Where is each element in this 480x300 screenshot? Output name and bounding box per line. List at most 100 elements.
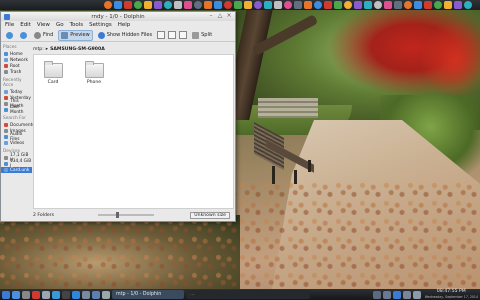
app-icon[interactable] — [214, 1, 222, 9]
app-icon[interactable] — [144, 1, 152, 9]
app-icon[interactable] — [264, 1, 272, 9]
monitor-icon[interactable] — [82, 290, 90, 299]
sidebar-item-label: Network — [10, 57, 28, 63]
app-icon[interactable] — [174, 1, 182, 9]
settings-icon[interactable] — [102, 290, 110, 299]
close-icon[interactable] — [32, 290, 40, 299]
view-details-button[interactable] — [179, 31, 188, 39]
info-icon — [97, 31, 105, 39]
system-tray: 08:47:55 PM Wednesday, September 17, 201… — [372, 289, 480, 299]
window-titlebar[interactable]: rndy - 1/0 - Dolphin – △ × — [1, 12, 235, 21]
app-icon[interactable] — [134, 1, 142, 9]
taskbar-dolphin-task[interactable]: mtp - 1/0 - Dolphin — [112, 290, 184, 299]
clipboard-icon[interactable] — [402, 290, 411, 299]
sidebar-item-label: Card.unk — [10, 167, 30, 173]
app-icon[interactable] — [224, 1, 232, 9]
app-icon[interactable] — [364, 1, 372, 9]
app-icon[interactable] — [384, 1, 392, 9]
sidebar-item[interactable]: Card.unk — [1, 167, 32, 173]
app-icon[interactable] — [164, 1, 172, 9]
app-icon[interactable] — [354, 1, 362, 9]
app-icon[interactable] — [454, 1, 462, 9]
sidebar-item-icon — [4, 96, 8, 100]
show-hidden-files-button[interactable]: Show Hidden Files — [96, 31, 154, 40]
launcher-group — [2, 290, 110, 299]
sidebar-item-icon — [4, 70, 8, 74]
app-icon[interactable] — [194, 1, 202, 9]
app-icon[interactable] — [404, 1, 412, 9]
folder-item[interactable]: Phone — [83, 61, 105, 85]
battery-icon[interactable] — [412, 290, 421, 299]
app-icon[interactable] — [394, 1, 402, 9]
app-icon[interactable] — [254, 1, 262, 9]
sidebar-item-icon — [4, 135, 8, 139]
wallpaper-bench — [254, 122, 320, 185]
app-icon[interactable] — [324, 1, 332, 9]
terminal-icon[interactable] — [62, 290, 70, 299]
back-button[interactable] — [4, 31, 15, 40]
sidebar-item[interactable]: Trash — [1, 69, 32, 75]
network-icon[interactable] — [372, 290, 381, 299]
breadcrumb-root[interactable]: mtp: — [33, 47, 44, 52]
view-icons-button[interactable] — [157, 31, 166, 39]
item-count: 2 Folders — [33, 212, 54, 218]
menu-go[interactable]: Go — [56, 22, 64, 28]
close-icon[interactable]: × — [226, 13, 232, 19]
menu-icon[interactable] — [2, 290, 10, 299]
app-icon[interactable] — [464, 1, 472, 9]
zoom-slider[interactable] — [97, 212, 154, 218]
taskbar-other-task[interactable]: … — [186, 290, 310, 299]
clock-date: Wednesday, September 17, 2014 — [424, 294, 478, 299]
app-icon[interactable] — [424, 1, 432, 9]
split-label: Split — [201, 32, 213, 38]
volume-icon[interactable] — [382, 290, 391, 299]
find-button[interactable]: Find — [32, 31, 55, 40]
maximize-icon[interactable]: △ — [217, 13, 223, 19]
app-icon[interactable] — [444, 1, 452, 9]
app-icon[interactable] — [204, 1, 212, 9]
app-icon[interactable] — [374, 1, 382, 9]
app-icon[interactable] — [314, 1, 322, 9]
toolbar: Find Preview Show Hidden Files Split — [1, 29, 235, 42]
preview-button[interactable]: Preview — [58, 29, 93, 41]
app-icon[interactable] — [154, 1, 162, 9]
tools-icon[interactable] — [22, 290, 30, 299]
app-icon[interactable] — [284, 1, 292, 9]
firefox-icon[interactable] — [104, 1, 112, 9]
files-icon[interactable] — [92, 290, 100, 299]
sidebar-item-icon — [4, 168, 8, 172]
menu-tools[interactable]: Tools — [70, 22, 84, 28]
sidebar-item[interactable]: Last Month — [1, 105, 32, 115]
chrome-icon[interactable] — [114, 1, 122, 9]
app-icon[interactable] — [434, 1, 442, 9]
clock[interactable]: 08:47:55 PM Wednesday, September 17, 201… — [424, 289, 478, 299]
app-icon[interactable] — [184, 1, 192, 9]
folder-icon[interactable] — [12, 290, 20, 299]
menu-help[interactable]: Help — [118, 22, 131, 28]
file-view[interactable]: Card Phone — [33, 54, 234, 209]
wrench-icon[interactable] — [42, 290, 50, 299]
app-icon[interactable] — [294, 1, 302, 9]
app-icon[interactable] — [334, 1, 342, 9]
browser-icon[interactable] — [72, 290, 80, 299]
menu-file[interactable]: File — [5, 22, 14, 28]
forward-button[interactable] — [18, 31, 29, 40]
view-compact-button[interactable] — [168, 31, 177, 39]
split-button[interactable]: Split — [190, 31, 214, 40]
app-icon[interactable] — [244, 1, 252, 9]
menu-edit[interactable]: Edit — [20, 22, 31, 28]
menu-settings[interactable]: Settings — [89, 22, 112, 28]
app-icon[interactable] — [274, 1, 282, 9]
app-icon[interactable] — [344, 1, 352, 9]
app-icon[interactable] — [304, 1, 312, 9]
app-icon[interactable] — [234, 1, 242, 9]
download-icon[interactable] — [52, 290, 60, 299]
breadcrumb-device[interactable]: SAMSUNG-SM-G900A — [50, 47, 105, 52]
opera-icon[interactable] — [124, 1, 132, 9]
menu-view[interactable]: View — [37, 22, 50, 28]
kde-icon[interactable] — [392, 290, 401, 299]
folder-item[interactable]: Card — [42, 61, 64, 85]
sidebar-item-icon — [4, 52, 8, 56]
minimize-icon[interactable]: – — [208, 13, 214, 19]
app-icon[interactable] — [414, 1, 422, 9]
